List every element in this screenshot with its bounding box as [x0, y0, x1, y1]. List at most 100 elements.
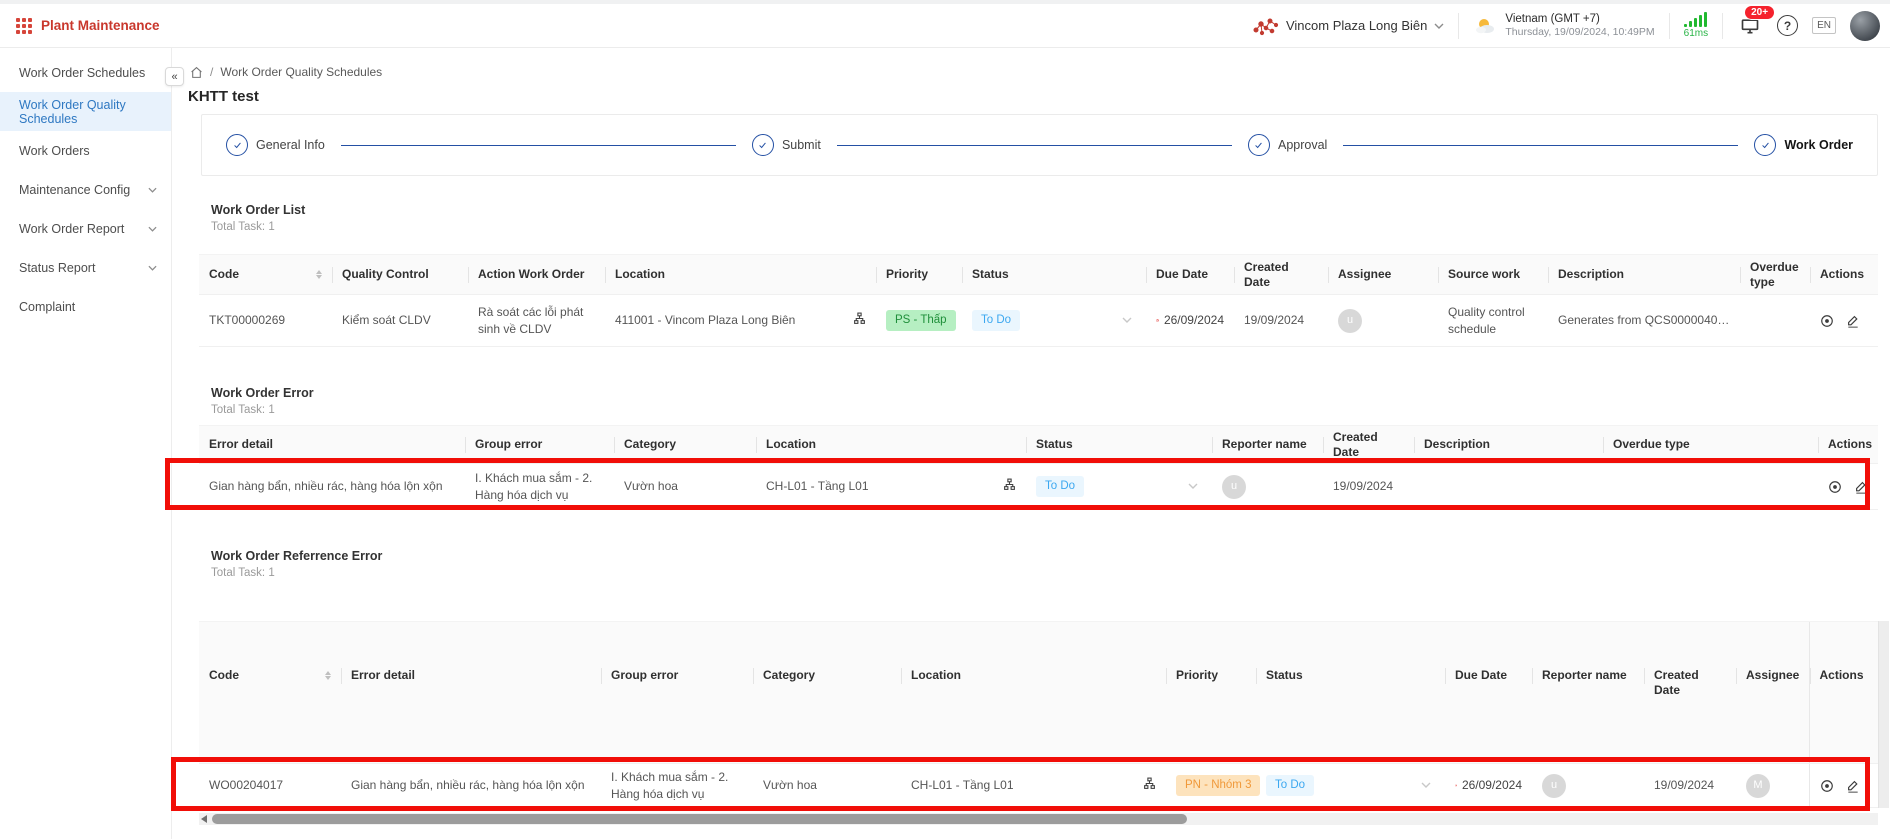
- latency-label: 61ms: [1684, 28, 1708, 39]
- view-icon[interactable]: [1820, 314, 1834, 328]
- work-order-error-table: Error detail Group error Category Locati…: [199, 425, 1878, 510]
- sidebar-item-work-orders[interactable]: Work Orders: [0, 131, 171, 170]
- sort-icon[interactable]: [316, 270, 322, 279]
- step-connector: [837, 145, 1232, 146]
- notifications-button[interactable]: 20+: [1737, 13, 1763, 39]
- column-header-actions: Actions: [1809, 622, 1878, 764]
- timezone-label: Vietnam (GMT +7): [1505, 12, 1654, 26]
- column-header-assignee: Assignee: [1736, 622, 1809, 764]
- check-icon: [226, 134, 248, 156]
- sitemap-icon[interactable]: [1143, 777, 1156, 794]
- topbar-divider: [1722, 13, 1723, 39]
- column-header-status: Status: [1256, 622, 1445, 764]
- sidebar-item-work-order-report[interactable]: Work Order Report: [0, 209, 171, 248]
- column-header-group-error: Group error: [465, 426, 614, 464]
- work-order-reference-error-title: Work Order Referrence Error: [211, 549, 382, 563]
- reporter-avatar: u: [1542, 774, 1566, 798]
- column-header-location: Location: [901, 622, 1166, 764]
- sidebar-item-work-order-quality-schedules[interactable]: Work Order Quality Schedules: [0, 92, 171, 131]
- chevron-down-icon: [1122, 317, 1132, 323]
- column-header-status: Status: [1026, 426, 1212, 464]
- cell-group-error: I. Khách mua sắm - 2. Hàng hóa dịch vụ: [465, 464, 614, 510]
- cell-priority: PS - Thấp: [876, 295, 962, 347]
- table-header-row: Code Quality Control Action Work Order L…: [199, 255, 1878, 295]
- weather-icon: [1473, 16, 1497, 36]
- cell-due-date: 26/09/2024: [1445, 764, 1532, 808]
- status-dropdown[interactable]: To Do: [1266, 775, 1435, 796]
- edit-icon[interactable]: [1846, 779, 1860, 793]
- work-order-reference-error-total: Total Task: 1: [211, 567, 275, 579]
- column-header-code[interactable]: Code: [199, 622, 341, 764]
- column-header-created-date: Created Date: [1234, 255, 1328, 295]
- cell-actions: [1818, 464, 1878, 510]
- cell-category: Vườn hoa: [753, 764, 901, 808]
- view-icon[interactable]: [1828, 480, 1842, 494]
- site-network-icon: [1253, 15, 1279, 37]
- app-brand[interactable]: Plant Maintenance: [16, 18, 160, 34]
- breadcrumb: / Work Order Quality Schedules: [190, 64, 382, 80]
- horizontal-scrollbar[interactable]: [199, 813, 1878, 825]
- step-submit[interactable]: Submit: [752, 134, 821, 156]
- cell-location: CH-L01 - Tầng L01: [756, 464, 1026, 510]
- priority-badge: PN - Nhóm 3: [1176, 775, 1260, 796]
- status-dropdown[interactable]: To Do: [972, 310, 1136, 331]
- column-header-overdue-type: Overdue type: [1740, 255, 1810, 295]
- step-general-info[interactable]: General Info: [226, 134, 325, 156]
- sidebar: Work Order Schedules Work Order Quality …: [0, 48, 172, 839]
- edit-icon[interactable]: [1846, 314, 1860, 328]
- cell-overdue-type: [1603, 464, 1818, 510]
- work-order-list-title: Work Order List: [211, 203, 305, 217]
- sitemap-icon[interactable]: [853, 312, 866, 329]
- work-order-reference-error-table: Code Error detail Group error Category L…: [199, 621, 1878, 808]
- column-header-location: Location: [756, 426, 1026, 464]
- column-header-error-detail: Error detail: [341, 622, 601, 764]
- work-order-list-total: Total Task: 1: [211, 221, 275, 233]
- view-icon[interactable]: [1820, 779, 1834, 793]
- scroll-left-arrow-icon[interactable]: [201, 815, 207, 823]
- user-avatar[interactable]: [1850, 11, 1880, 41]
- topbar-divider: [1669, 13, 1670, 39]
- page-title: KHTT test: [188, 88, 259, 105]
- help-icon[interactable]: ?: [1777, 15, 1798, 36]
- column-header-created-date: Created Date: [1644, 622, 1736, 764]
- cell-assignee: u: [1328, 295, 1438, 347]
- signal-icon: [1684, 12, 1707, 27]
- breadcrumb-current[interactable]: Work Order Quality Schedules: [220, 65, 382, 79]
- step-approval[interactable]: Approval: [1248, 134, 1327, 156]
- chevron-down-icon: [148, 265, 157, 271]
- column-header-created-date: Created Date: [1323, 426, 1414, 464]
- cell-status: To Do: [1256, 764, 1445, 808]
- column-header-due-date: Due Date: [1445, 622, 1532, 764]
- language-button[interactable]: EN: [1812, 17, 1836, 34]
- sidebar-item-status-report[interactable]: Status Report: [0, 248, 171, 287]
- sort-icon[interactable]: [325, 671, 331, 680]
- column-header-priority: Priority: [1166, 622, 1256, 764]
- topbar-divider: [1458, 13, 1459, 39]
- sidebar-item-maintenance-config[interactable]: Maintenance Config: [0, 170, 171, 209]
- site-selector[interactable]: Vincom Plaza Long Biên: [1253, 15, 1444, 37]
- sitemap-icon[interactable]: [1003, 478, 1016, 495]
- column-header-code[interactable]: Code: [199, 255, 332, 295]
- status-dropdown[interactable]: To Do: [1036, 476, 1202, 497]
- step-work-order[interactable]: Work Order: [1754, 134, 1853, 156]
- overdue-clock-icon: [1156, 314, 1159, 327]
- work-order-error-title: Work Order Error: [211, 386, 314, 400]
- priority-badge: PS - Thấp: [886, 310, 956, 331]
- home-icon[interactable]: [190, 66, 203, 79]
- edit-icon[interactable]: [1854, 480, 1868, 494]
- collapse-sidebar-button[interactable]: «: [165, 67, 184, 86]
- sidebar-item-complaint[interactable]: Complaint: [0, 287, 171, 326]
- column-header-error-detail: Error detail: [199, 426, 465, 464]
- work-order-row: TKT00000269 Kiểm soát CLDV Rà soát các l…: [199, 295, 1878, 347]
- cell-error-detail: Gian hàng bẩn, nhiều rác, hàng hóa lộn x…: [199, 464, 465, 510]
- notification-badge: 20+: [1744, 5, 1775, 20]
- sidebar-item-work-order-schedules[interactable]: Work Order Schedules: [0, 53, 171, 92]
- workflow-stepper: General Info Submit Approval Work Order: [201, 114, 1878, 176]
- column-header-quality-control: Quality Control: [332, 255, 468, 295]
- breadcrumb-separator: /: [210, 65, 213, 79]
- scrollbar-thumb[interactable]: [212, 814, 1187, 824]
- step-connector: [1343, 145, 1738, 146]
- vertical-scrollbar[interactable]: [1878, 621, 1889, 808]
- column-header-reporter-name: Reporter name: [1212, 426, 1323, 464]
- chevron-down-icon: [1434, 23, 1444, 29]
